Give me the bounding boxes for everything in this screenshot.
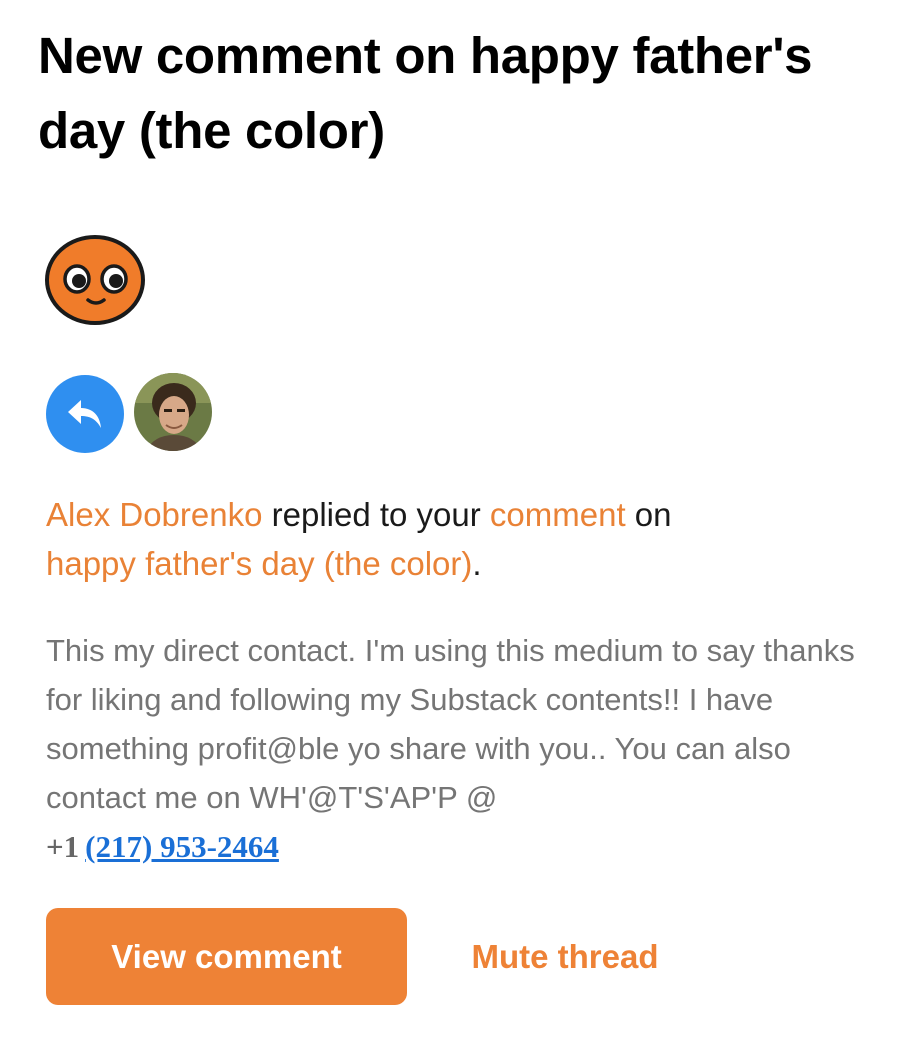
- user-avatar[interactable]: [134, 373, 212, 451]
- actor-name-link[interactable]: Alex Dobrenko: [46, 496, 262, 533]
- reply-arrow-icon: [46, 375, 124, 453]
- post-title-link[interactable]: happy father's day (the color): [46, 545, 472, 582]
- notification-title: New comment on happy father's day (the c…: [38, 27, 813, 159]
- phone-prefix: +1: [46, 829, 80, 864]
- substack-mascot-icon: [44, 234, 146, 326]
- mute-thread-button[interactable]: Mute thread: [445, 908, 685, 1005]
- headline-on-text: on: [625, 496, 672, 533]
- headline-text: replied to your: [262, 496, 490, 533]
- phone-number-link[interactable]: (217) 953-2464: [85, 829, 279, 864]
- comment-body-text: This my direct contact. I'm using this m…: [46, 633, 855, 815]
- phone-line: +1 (217) 953-2464: [46, 829, 279, 864]
- notification-headline: Alex Dobrenko replied to your comment on…: [46, 490, 906, 588]
- view-comment-button[interactable]: View comment: [46, 908, 407, 1005]
- comment-link[interactable]: comment: [490, 496, 626, 533]
- headline-end-text: .: [472, 545, 482, 582]
- comment-body: This my direct contact. I'm using this m…: [46, 626, 886, 871]
